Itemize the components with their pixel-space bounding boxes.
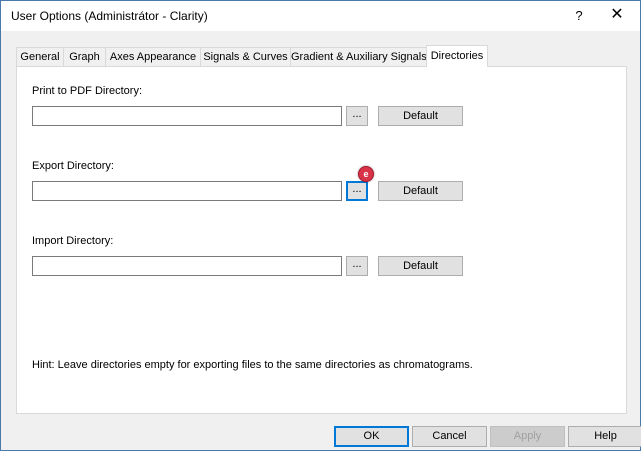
print-pdf-browse-button[interactable]: ... [346, 106, 368, 126]
import-directory-input[interactable] [32, 256, 342, 276]
hint-text: Hint: Leave directories empty for export… [32, 359, 473, 371]
user-options-dialog: User Options (Administrátor - Clarity) ?… [0, 0, 641, 451]
cancel-button[interactable]: Cancel [412, 426, 487, 447]
tab-general[interactable]: General [16, 47, 64, 66]
annotation-badge-icon: e [358, 166, 374, 182]
print-pdf-directory-input[interactable] [32, 106, 342, 126]
tab-graph[interactable]: Graph [63, 47, 106, 66]
window-title: User Options (Administrátor - Clarity) [11, 9, 208, 23]
import-browse-button[interactable]: ... [346, 256, 368, 276]
directories-panel: Print to PDF Directory: ... Default Expo… [16, 66, 627, 414]
apply-button[interactable]: Apply [490, 426, 565, 447]
export-default-button[interactable]: Default [378, 181, 463, 201]
import-default-button[interactable]: Default [378, 256, 463, 276]
tab-axes-appearance[interactable]: Axes Appearance [105, 47, 201, 66]
export-directory-input[interactable] [32, 181, 342, 201]
import-directory-label: Import Directory: [32, 235, 114, 247]
ok-button[interactable]: OK [334, 426, 409, 447]
print-pdf-default-button[interactable]: Default [378, 106, 463, 126]
export-browse-button[interactable]: ... [346, 181, 368, 201]
tab-directories[interactable]: Directories [426, 45, 488, 67]
close-icon[interactable]: ✕ [608, 6, 626, 24]
help-icon[interactable]: ? [571, 7, 587, 25]
print-pdf-directory-label: Print to PDF Directory: [32, 85, 143, 97]
tab-signals-curves[interactable]: Signals & Curves [200, 47, 291, 66]
export-directory-label: Export Directory: [32, 160, 114, 172]
title-bar: User Options (Administrátor - Clarity) ?… [1, 1, 640, 31]
tab-gradient-auxiliary-signals[interactable]: Gradient & Auxiliary Signals [290, 47, 427, 66]
help-button[interactable]: Help [568, 426, 641, 447]
